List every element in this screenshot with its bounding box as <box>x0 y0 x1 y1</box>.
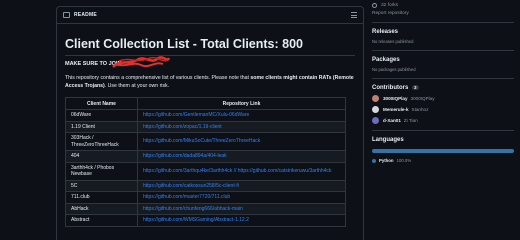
contributor-login: Memerule-k <box>383 107 409 112</box>
releases-title[interactable]: Releases <box>372 29 520 35</box>
contributor-login: d-Xan01 <box>383 118 401 123</box>
contributors-title[interactable]: Contributors 3 <box>372 85 520 91</box>
table-header-row: Client Name Repository Link <box>65 97 346 110</box>
repo-cell: https://github.com/catkossun258/5c-clien… <box>137 179 346 192</box>
clients-table: Client Name Repository Link 06dWare https… <box>65 97 346 227</box>
description-tail: . Use them at your own risk. <box>104 83 170 89</box>
repo-sidebar: 32 forks Report repository Releases No r… <box>372 0 520 240</box>
client-name: 1.19 Client <box>65 120 138 133</box>
divider <box>372 22 514 23</box>
table-row: 5C https://github.com/catkossun258/5c-cli… <box>65 179 346 192</box>
readme-title: Client Collection List - Total Clients: … <box>65 37 355 56</box>
languages-title: Languages <box>372 137 404 143</box>
client-name: 303Hack / ThreeZeroThreeHack <box>65 132 138 151</box>
client-name: 3arthh4ck / Phobos Newbase <box>65 161 138 181</box>
redaction-scribble <box>112 56 171 68</box>
client-name: 711.club <box>65 191 138 204</box>
make-sure-line: MAKE SURE TO JOIN <box>65 56 355 69</box>
client-name: Abstract <box>65 214 138 227</box>
repo-link[interactable]: https://github.com/WMSGaming/Abstract-1.… <box>143 217 249 223</box>
repo-cell: https://github.com/dada894a/404-leak <box>137 150 346 163</box>
divider <box>372 130 514 131</box>
book-icon <box>63 12 70 18</box>
contributor-item[interactable]: 3000IQPlay 3000IQPlay <box>372 95 520 102</box>
column-header-client-name: Client Name <box>65 97 138 110</box>
language-item[interactable]: Python 100.0% <box>372 158 520 163</box>
table-row: 1.19 Client https://github.com/zopac/1.19… <box>65 120 346 133</box>
contributor-handle: 3000IQPlay <box>410 96 435 101</box>
client-name: 404 <box>65 150 138 163</box>
repo-cell: https://github.com/GentlemanMC/Xulu-06dW… <box>137 109 346 122</box>
table-row: 06dWare https://github.com/GentlemanMC/Xu… <box>65 109 346 122</box>
table-row: AbHack https://github.com/chunfeng666/abh… <box>65 202 346 215</box>
repo-link[interactable]: https://github.com/dada894a/404-leak <box>143 153 227 159</box>
repo-link[interactable]: https://github.com/GentlemanMC/Xulu-06dW… <box>143 112 249 118</box>
repo-link[interactable]: https://github.com/MikuSoCute/ThreeZeroT… <box>143 138 260 144</box>
packages-title[interactable]: Packages <box>372 57 520 63</box>
readme-header: README <box>57 7 363 24</box>
client-name: 5C <box>65 179 138 192</box>
repo-link[interactable]: https://github.com/zopac/1.19-client <box>143 124 222 130</box>
repo-cell: https://github.com/zopac/1.19-client <box>137 120 346 133</box>
repo-cell: https://github.com/MikuSoCute/ThreeZeroT… <box>137 132 346 151</box>
table-row: Abstract https://github.com/WMSGaming/Abs… <box>65 214 346 227</box>
contributor-handle: Stanhoz <box>411 107 429 112</box>
repo-cell: https://github.com/3arthqu4ke/3arthh4ck … <box>137 161 346 181</box>
contributor-handle: Zi Tian <box>403 118 418 123</box>
report-repository-link[interactable]: Report repository <box>372 11 520 16</box>
contributor-login: 3000IQPlay <box>383 96 408 101</box>
divider <box>372 78 514 79</box>
fork-icon <box>372 2 377 8</box>
contributor-item[interactable]: d-Xan01 Zi Tian <box>372 117 520 124</box>
readme-panel: README Client Collection List - Total Cl… <box>56 6 364 240</box>
column-header-repository-link: Repository Link <box>137 97 346 110</box>
language-percent: 100.0% <box>396 158 412 163</box>
repo-link[interactable]: https://github.com/3arthqu4ke/3arthh4ck … <box>143 168 331 174</box>
table-row: 404 https://github.com/dada894a/404-leak <box>65 150 346 163</box>
contributor-item[interactable]: Memerule-k Stanhoz <box>372 106 520 113</box>
avatar <box>372 117 379 124</box>
readme-description: This repository contains a comprehensive… <box>65 74 355 90</box>
forks-count: 32 forks <box>381 2 399 8</box>
repo-link[interactable]: https://github.com/chunfeng666/abhack-ma… <box>143 206 243 212</box>
language-name: Python <box>379 158 394 163</box>
client-name: 06dWare <box>65 109 138 122</box>
contributors-count-badge: 3 <box>412 85 419 90</box>
repo-cell: https://github.com/WMSGaming/Abstract-1.… <box>137 214 346 227</box>
table-row: 303Hack / ThreeZeroThreeHack https://gith… <box>65 132 346 151</box>
language-color-dot <box>372 158 376 163</box>
table-row: 711.club https://github.com/master7720/71… <box>65 191 346 204</box>
table-of-contents-icon[interactable] <box>351 12 357 18</box>
description-text: This repository contains a comprehensive… <box>65 75 251 81</box>
repo-link[interactable]: https://github.com/master7720/711.club <box>143 194 230 200</box>
client-name: AbHack <box>65 202 138 215</box>
contributors-label: Contributors <box>372 85 409 91</box>
repo-cell: https://github.com/chunfeng666/abhack-ma… <box>137 202 346 215</box>
language-bar <box>372 149 514 153</box>
packages-subtitle: No packages published <box>372 67 416 72</box>
releases-subtitle: No releases published <box>372 39 414 44</box>
avatar <box>372 106 379 113</box>
table-row: 3arthh4ck / Phobos Newbase https://github… <box>65 161 346 181</box>
divider <box>372 50 514 51</box>
repo-cell: https://github.com/master7720/711.club <box>137 191 346 204</box>
readme-header-label: README <box>74 12 97 18</box>
repo-link[interactable]: https://github.com/catkossun258/5c-clien… <box>143 183 239 189</box>
avatar <box>372 95 379 102</box>
forks-stat[interactable]: 32 forks <box>372 0 520 10</box>
